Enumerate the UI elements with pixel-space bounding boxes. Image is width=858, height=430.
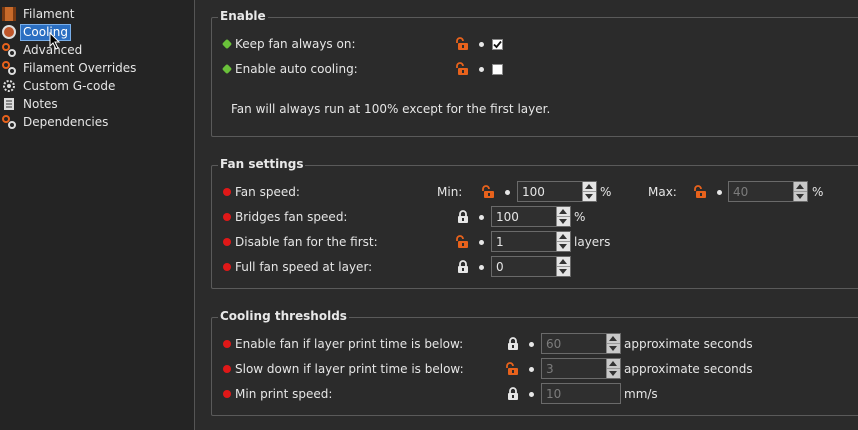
unlock-icon[interactable] [456, 37, 470, 51]
modified-value-icon [223, 340, 231, 348]
cog-icon [2, 79, 16, 93]
spin-buttons[interactable] [582, 182, 596, 201]
enable-fan-below-label: Enable fan if layer print time is below: [235, 337, 464, 351]
default-value-bullet-icon[interactable] [529, 392, 534, 397]
mouse-cursor-icon [49, 32, 61, 50]
sidebar-item-label: Custom G-code [23, 78, 116, 93]
sidebar-item-label: Dependencies [23, 114, 109, 129]
input-value: 0 [496, 260, 504, 274]
default-value-bullet-icon[interactable] [505, 190, 510, 195]
spin-buttons[interactable] [606, 334, 620, 353]
unit-label: approximate seconds [624, 337, 753, 351]
sidebar-item-advanced[interactable]: Advanced [2, 41, 84, 59]
wrench-icon [2, 115, 16, 129]
min-fan-speed-input[interactable]: 100 [517, 181, 597, 202]
auto-cooling-label: Enable auto cooling: [235, 62, 358, 76]
slow-down-below-input[interactable]: 3 [541, 358, 621, 379]
input-value: 60 [546, 337, 562, 351]
input-value: 1 [496, 235, 504, 249]
unlock-icon[interactable] [482, 185, 496, 199]
unlock-icon[interactable] [694, 185, 708, 199]
full-fan-speed-input[interactable]: 0 [491, 256, 571, 277]
keep-fan-checkbox[interactable] [492, 39, 503, 50]
unlock-icon[interactable] [506, 362, 520, 376]
max-label: Max: [648, 185, 677, 199]
auto-cooling-checkbox[interactable] [492, 64, 503, 75]
wrench-icon [2, 43, 16, 57]
bridges-fan-speed-input[interactable]: 100 [491, 206, 571, 227]
modified-value-icon [223, 390, 231, 398]
max-fan-speed-input[interactable]: 40 [728, 181, 808, 202]
sidebar-item-label: Notes [23, 96, 58, 111]
sidebar-item-filament-overrides[interactable]: Filament Overrides [2, 59, 138, 77]
spin-buttons[interactable] [556, 207, 570, 226]
bridges-fan-speed-label: Bridges fan speed: [235, 210, 348, 224]
slow-down-below-label: Slow down if layer print time is below: [235, 362, 464, 376]
disable-fan-first-input[interactable]: 1 [491, 231, 571, 252]
spin-buttons[interactable] [556, 257, 570, 276]
default-value-bullet-icon[interactable] [479, 240, 484, 245]
enable-group: Enable [211, 9, 858, 137]
input-value: 3 [546, 362, 554, 376]
lock-icon[interactable] [506, 387, 520, 401]
disable-fan-first-label: Disable fan for the first: [235, 235, 378, 249]
modified-value-icon [223, 263, 231, 271]
spin-buttons[interactable] [556, 232, 570, 251]
input-value: 100 [522, 185, 545, 199]
sidebar-item-label: Filament Overrides [23, 60, 137, 75]
lock-icon[interactable] [506, 337, 520, 351]
enable-fan-below-input[interactable]: 60 [541, 333, 621, 354]
default-value-bullet-icon[interactable] [479, 42, 484, 47]
filament-spool-icon [2, 7, 16, 21]
default-value-bullet-icon[interactable] [529, 342, 534, 347]
default-value-bullet-icon[interactable] [717, 190, 722, 195]
spin-buttons[interactable] [606, 359, 620, 378]
sidebar-item-notes[interactable]: Notes [2, 95, 60, 113]
sidebar-item-label: Filament [23, 6, 75, 21]
settings-page-tree: Filament Cooling Advanced Filament Overr… [0, 0, 195, 430]
min-print-speed-input[interactable]: 10 [541, 383, 621, 404]
input-value: 40 [733, 185, 749, 199]
wrench-icon [2, 61, 16, 75]
group-title: Fan settings [218, 157, 306, 171]
input-value: 10 [546, 387, 562, 401]
group-title: Cooling thresholds [218, 309, 349, 323]
fan-speed-label: Fan speed: [235, 185, 300, 199]
lock-icon[interactable] [456, 210, 470, 224]
sidebar-item-label: Cooling [20, 23, 71, 41]
modified-value-icon [223, 213, 231, 221]
modified-value-icon [223, 188, 231, 196]
spin-buttons[interactable] [793, 182, 807, 201]
sidebar-item-filament[interactable]: Filament [2, 5, 76, 23]
unit-label: mm/s [624, 387, 658, 401]
sidebar-item-dependencies[interactable]: Dependencies [2, 113, 110, 131]
note-icon [2, 97, 16, 111]
modified-value-icon [223, 365, 231, 373]
input-value: 100 [496, 210, 519, 224]
keep-fan-label: Keep fan always on: [235, 37, 356, 51]
fan-icon [2, 25, 16, 39]
default-value-bullet-icon[interactable] [529, 367, 534, 372]
unit-label: % [574, 210, 586, 224]
min-label: Min: [437, 185, 463, 199]
lock-icon[interactable] [456, 260, 470, 274]
modified-value-icon [223, 238, 231, 246]
unit-label: layers [574, 235, 611, 249]
unlock-icon[interactable] [456, 235, 470, 249]
full-fan-speed-label: Full fan speed at layer: [235, 260, 373, 274]
sidebar-item-custom-gcode[interactable]: Custom G-code [2, 77, 117, 95]
unit-label: % [600, 185, 612, 199]
default-value-bullet-icon[interactable] [479, 215, 484, 220]
unlock-icon[interactable] [456, 62, 470, 76]
unit-label: % [812, 185, 824, 199]
min-print-speed-label: Min print speed: [235, 387, 333, 401]
group-title: Enable [218, 9, 268, 23]
default-value-bullet-icon[interactable] [479, 67, 484, 72]
cooling-description: Fan will always run at 100% except for t… [231, 102, 551, 116]
unit-label: approximate seconds [624, 362, 753, 376]
default-value-bullet-icon[interactable] [479, 265, 484, 270]
